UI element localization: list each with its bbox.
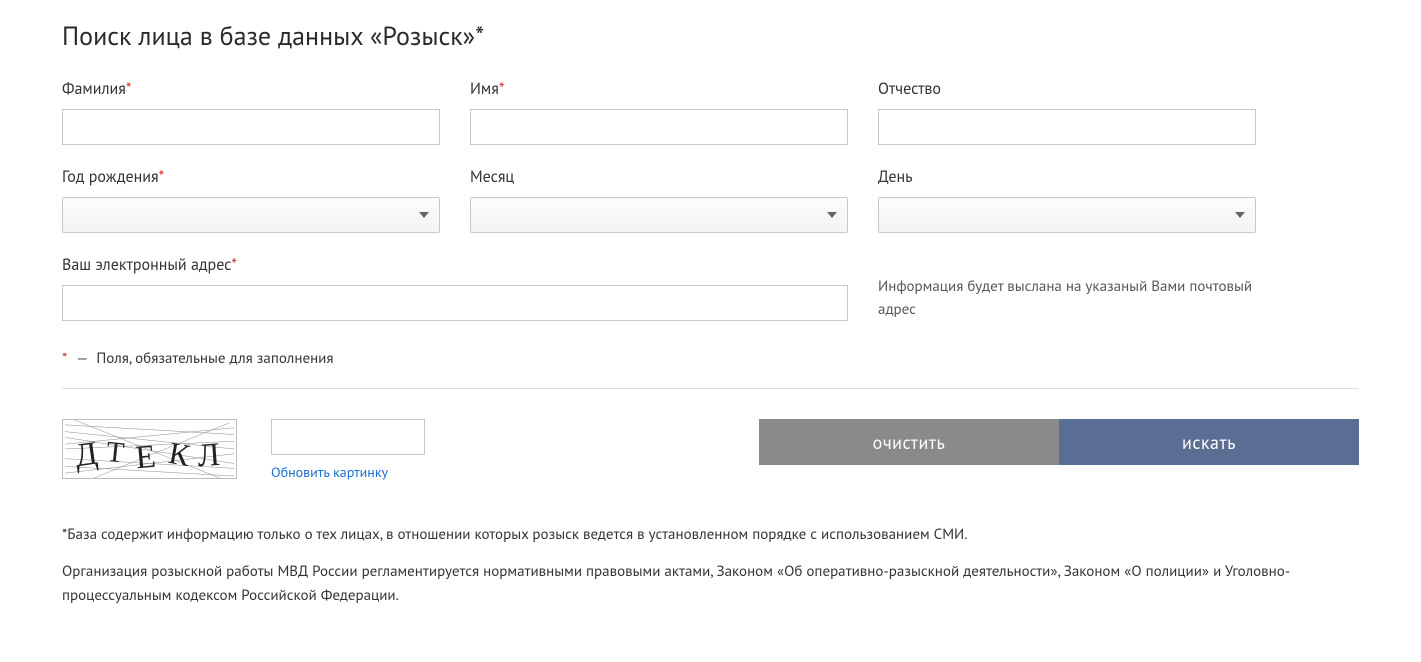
svg-text:Т: Т (105, 436, 126, 470)
label-day: День (878, 167, 1256, 187)
label-email: Ваш электронный адрес* (62, 255, 848, 275)
chevron-down-icon (827, 212, 837, 218)
field-patronymic: Отчество (878, 79, 1256, 145)
label-month: Месяц (470, 167, 848, 187)
field-year: Год рождения* (62, 167, 440, 233)
required-mark: * (159, 167, 165, 187)
separator (62, 388, 1359, 389)
email-info-wrap: Информация будет выслана на указаный Вам… (878, 255, 1256, 321)
field-lastname: Фамилия* (62, 79, 440, 145)
field-firstname: Имя* (470, 79, 848, 145)
label-firstname: Имя* (470, 79, 848, 99)
svg-text:К: К (166, 435, 193, 473)
field-month: Месяц (470, 167, 848, 233)
clear-button[interactable]: очистить (759, 419, 1059, 465)
input-firstname[interactable] (470, 109, 848, 145)
footnote-2: Организация розыскной работы МВД России … (62, 560, 1359, 607)
search-button[interactable]: искать (1059, 419, 1359, 465)
captcha-input-col: Обновить картинку (271, 419, 425, 481)
button-group: очистить искать (759, 419, 1359, 465)
required-mark: * (499, 79, 505, 99)
footnote-1: *База содержит информацию только о тех л… (62, 523, 1359, 546)
select-month[interactable] (470, 197, 848, 233)
chevron-down-icon (1235, 212, 1245, 218)
input-lastname[interactable] (62, 109, 440, 145)
field-day: День (878, 167, 1256, 233)
input-patronymic[interactable] (878, 109, 1256, 145)
select-year[interactable] (62, 197, 440, 233)
label-year: Год рождения* (62, 167, 440, 187)
required-mark: * (231, 255, 237, 275)
label-lastname: Фамилия* (62, 79, 440, 99)
input-email[interactable] (62, 285, 848, 321)
row-name: Фамилия* Имя* Отчество (62, 79, 1359, 145)
email-info-text: Информация будет выслана на указаный Вам… (878, 276, 1256, 321)
captcha-image: Д Т Е К Л (62, 419, 237, 479)
row-email: Ваш электронный адрес* Информация будет … (62, 255, 1359, 321)
svg-text:Е: Е (134, 439, 157, 477)
captcha-row: Д Т Е К Л Обновить картинку очистить иск… (62, 419, 1359, 481)
label-patronymic: Отчество (878, 79, 1256, 99)
field-email: Ваш электронный адрес* (62, 255, 848, 321)
footer-notes: *База содержит информацию только о тех л… (62, 523, 1359, 607)
required-fields-note: * — Поля, обязательные для заполнения (62, 349, 1359, 368)
chevron-down-icon (419, 212, 429, 218)
required-mark: * (126, 79, 132, 99)
refresh-captcha-link[interactable]: Обновить картинку (271, 463, 425, 481)
row-birthdate: Год рождения* Месяц День (62, 167, 1359, 233)
page-title: Поиск лица в базе данных «Розыск»* (62, 20, 1359, 53)
input-captcha[interactable] (271, 419, 425, 455)
select-day[interactable] (878, 197, 1256, 233)
svg-text:Л: Л (196, 437, 221, 474)
